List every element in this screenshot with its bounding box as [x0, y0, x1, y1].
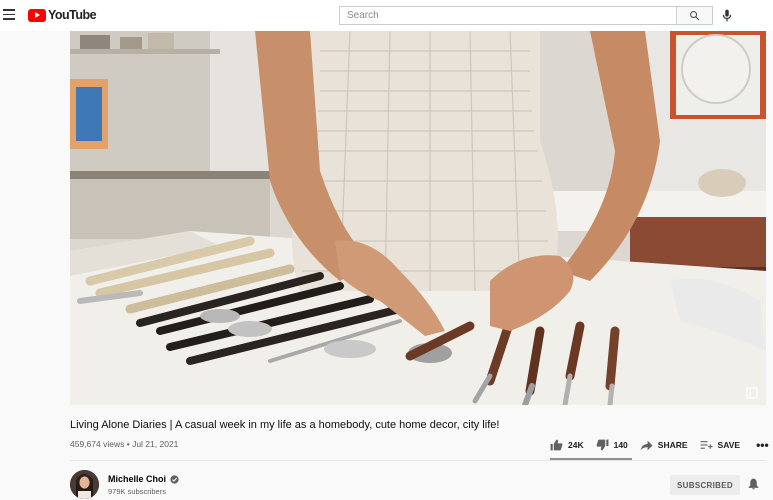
divider	[70, 460, 766, 461]
masthead: YouTube	[0, 0, 773, 31]
youtube-logo[interactable]: YouTube	[28, 8, 97, 22]
playlist-add-icon	[700, 440, 713, 449]
video-actions: 24K 140 SHARE SAVE •••	[550, 438, 769, 452]
microphone-icon	[722, 9, 732, 22]
video-meta: 459,674 views • Jul 21, 2021	[70, 439, 178, 449]
save-button[interactable]: SAVE	[700, 440, 741, 451]
thumbs-up-icon	[550, 439, 563, 451]
share-button[interactable]: SHARE	[640, 440, 688, 451]
menu-icon[interactable]	[3, 9, 15, 21]
like-count: 24K	[568, 440, 584, 450]
channel-avatar[interactable]	[70, 470, 99, 499]
search-icon	[690, 11, 700, 21]
subscribed-button[interactable]: SUBSCRIBED	[670, 475, 740, 495]
verified-check-icon	[170, 474, 179, 484]
logo-text: YouTube	[48, 8, 97, 22]
miniplayer-icon[interactable]	[746, 387, 758, 399]
like-button[interactable]: 24K	[550, 439, 584, 451]
video-frame	[70, 31, 766, 405]
meta-separator: •	[126, 439, 130, 449]
share-label: SHARE	[657, 440, 688, 450]
thumbs-down-icon	[596, 439, 609, 451]
avatar-image	[70, 470, 99, 499]
channel-name-text: Michelle Choi	[108, 474, 167, 484]
video-player[interactable]	[70, 31, 766, 405]
view-count: 459,674 views	[70, 439, 125, 449]
video-title: Living Alone Diaries | A casual week in …	[70, 419, 500, 431]
search-button[interactable]	[676, 6, 713, 25]
dislike-count: 140	[613, 440, 628, 450]
play-logo-icon	[28, 8, 46, 22]
more-actions-button[interactable]: •••	[756, 438, 769, 452]
voice-search-button[interactable]	[719, 7, 735, 24]
save-label: SAVE	[717, 440, 741, 450]
notification-bell-icon[interactable]	[748, 477, 759, 495]
publish-date: Jul 21, 2021	[132, 439, 179, 449]
share-icon	[640, 440, 653, 450]
search-bar	[339, 6, 713, 25]
subscriber-count: 979K subscribers	[108, 487, 166, 496]
search-input[interactable]	[339, 6, 676, 25]
dislike-button[interactable]: 140	[596, 439, 628, 451]
channel-name[interactable]: Michelle Choi	[108, 474, 179, 484]
